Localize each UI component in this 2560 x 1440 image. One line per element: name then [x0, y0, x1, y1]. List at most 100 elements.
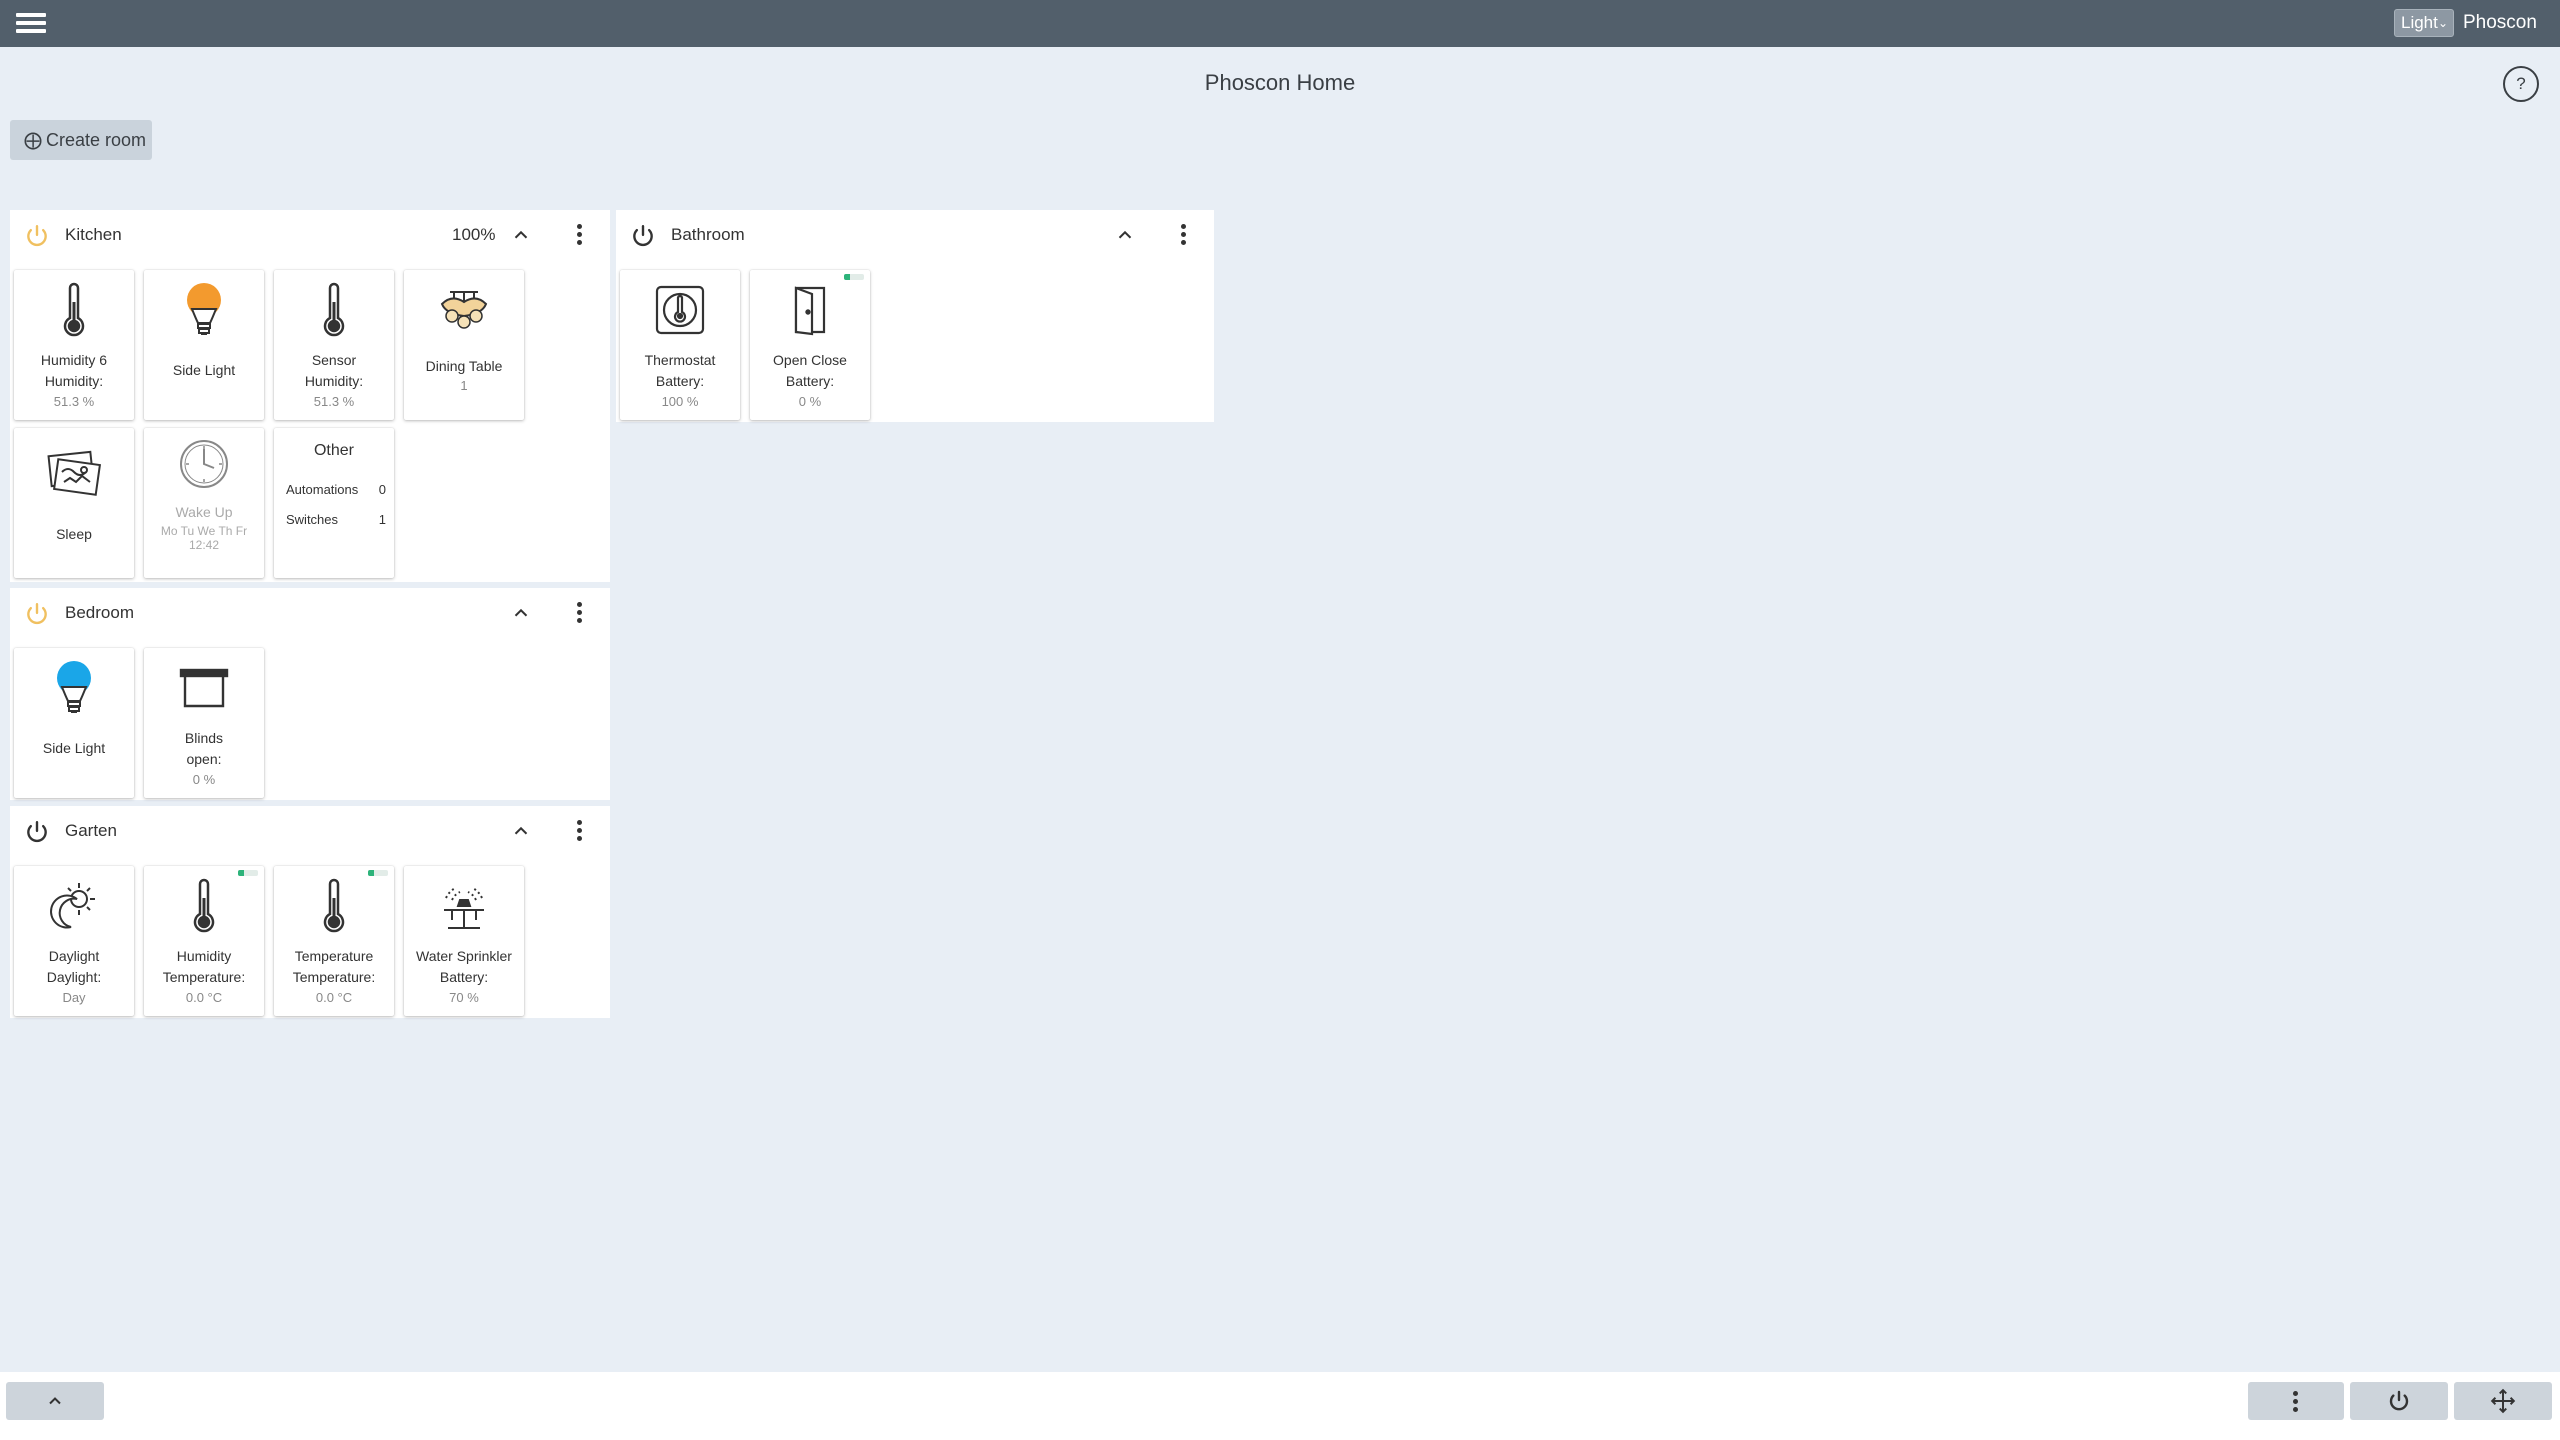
tile-sublabel: open:	[186, 751, 222, 767]
tile-value: Day	[62, 990, 86, 1005]
room-menu-button[interactable]	[574, 600, 584, 626]
sun-moon-icon	[50, 883, 95, 929]
more-vertical-icon	[2293, 1390, 2299, 1412]
tile-label: Open Close	[773, 352, 847, 368]
theme-select[interactable]: Light ⌄	[2394, 9, 2454, 37]
chevron-up-icon[interactable]	[510, 820, 532, 842]
scroll-up-button[interactable]	[6, 1382, 104, 1420]
power-icon[interactable]	[630, 223, 656, 249]
chevron-up-icon	[49, 1397, 61, 1405]
tile-sublabel: Battery:	[439, 969, 489, 985]
tile-dining-table[interactable]: Dining Table 1	[404, 270, 524, 420]
light-bulb-icon	[187, 283, 221, 335]
create-room-button[interactable]: ⨁ Create room	[10, 120, 152, 160]
plus-icon: ⨁	[24, 130, 42, 150]
room-header: Bedroom	[10, 588, 610, 638]
tile-blinds[interactable]: Blinds open: 0 %	[144, 648, 264, 798]
tile-sublabel: Battery:	[655, 373, 705, 389]
move-button[interactable]	[2454, 1382, 2552, 1420]
tile-value: 1	[460, 378, 468, 393]
tile-sublabel: Battery:	[785, 373, 835, 389]
clock-icon	[180, 440, 228, 488]
tile-value: 51.3 %	[313, 394, 355, 409]
tile-water-sprinkler[interactable]: Water Sprinkler Battery: 70 %	[404, 866, 524, 1016]
tile-value: 0 %	[798, 394, 822, 409]
power-icon	[2389, 1390, 2409, 1411]
all-off-button[interactable]	[2350, 1382, 2448, 1420]
tile-humidity-6[interactable]: Humidity 6 Humidity: 51.3 %	[14, 270, 134, 420]
tile-daylight[interactable]: Daylight Daylight: Day	[14, 866, 134, 1016]
thermostat-icon	[655, 285, 705, 335]
room-menu-button[interactable]	[574, 222, 584, 248]
tile-label: Side Light	[172, 362, 236, 378]
tile-side-light[interactable]: Side Light	[144, 270, 264, 420]
room-name: Garten	[65, 821, 117, 840]
tile-label: Temperature	[294, 948, 374, 964]
room-name: Bedroom	[65, 603, 134, 622]
room-brightness: 100%	[452, 225, 496, 244]
room-menu-button[interactable]	[574, 818, 584, 844]
chevron-up-icon[interactable]	[1114, 224, 1136, 246]
chevron-up-icon[interactable]	[510, 602, 532, 624]
sleep-scene-icon	[47, 450, 102, 496]
tile-label: Humidity 6	[40, 352, 108, 368]
thermometer-icon	[323, 878, 345, 933]
help-icon: ?	[2516, 74, 2526, 93]
menu-button[interactable]	[16, 9, 46, 37]
sprinkler-icon	[444, 887, 484, 929]
room-name: Bathroom	[671, 225, 745, 244]
tile-label: Wake Up	[175, 504, 233, 520]
room-header: Kitchen 100%	[10, 210, 610, 260]
tile-sleep[interactable]: Sleep	[14, 428, 134, 578]
more-vertical-icon	[574, 224, 584, 245]
automations-label: Automations	[286, 482, 359, 497]
power-icon[interactable]	[24, 223, 50, 249]
other-switches-row[interactable]: Switches 1	[286, 512, 386, 527]
tile-side-light[interactable]: Side Light	[14, 648, 134, 798]
tile-value: 0.0 °C	[185, 990, 223, 1005]
other-automations-row[interactable]: Automations 0	[286, 482, 386, 497]
tile-label: Dining Table	[425, 358, 503, 374]
thermometer-icon	[63, 282, 85, 337]
tile-temperature[interactable]: Temperature Temperature: 0.0 °C	[274, 866, 394, 1016]
chevron-up-icon[interactable]	[510, 224, 532, 246]
other-title: Other	[313, 442, 354, 459]
tile-sublabel: Temperature:	[292, 969, 376, 985]
room-header: Garten	[10, 806, 610, 856]
tile-label: Blinds	[184, 730, 224, 746]
help-button[interactable]: ?	[2503, 66, 2539, 102]
tile-label: Sensor	[311, 352, 357, 368]
tile-wake-up[interactable]: Wake Up Mo Tu We Th Fr 12:42	[144, 428, 264, 578]
brand-label: Phoscon	[2463, 12, 2537, 33]
tile-label: Daylight	[48, 948, 100, 964]
tile-open-close[interactable]: Open Close Battery: 0 %	[750, 270, 870, 420]
create-room-label: Create room	[46, 130, 147, 150]
tile-sublabel: Humidity:	[44, 373, 104, 389]
ceiling-lamp-icon	[440, 291, 488, 329]
power-icon[interactable]	[24, 819, 50, 845]
room-garten: Garten Daylight Daylight: Day Humidity T…	[10, 806, 610, 1018]
tile-label: Thermostat	[644, 352, 716, 368]
tile-thermostat[interactable]: Thermostat Battery: 100 %	[620, 270, 740, 420]
tile-humidity[interactable]: Humidity Temperature: 0.0 °C	[144, 866, 264, 1016]
room-kitchen: Kitchen 100% Humidity 6 Humidity: 51.3 %…	[10, 210, 610, 582]
tile-value: Mo Tu We Th Fr 12:42	[160, 524, 248, 552]
more-vertical-icon	[574, 820, 584, 841]
tile-sensor[interactable]: Sensor Humidity: 51.3 %	[274, 270, 394, 420]
tile-other[interactable]: Other Automations 0 Switches 1	[274, 428, 394, 578]
tile-sublabel: Humidity:	[304, 373, 364, 389]
light-bulb-icon	[57, 661, 91, 713]
power-icon[interactable]	[24, 601, 50, 627]
room-menu-button[interactable]	[1178, 222, 1188, 248]
thermometer-icon	[193, 878, 215, 933]
tile-label: Water Sprinkler	[416, 948, 512, 964]
room-bedroom: Bedroom Side Light Blinds open: 0 %	[10, 588, 610, 800]
more-button[interactable]	[2248, 1382, 2344, 1420]
tile-label: Humidity	[176, 948, 232, 964]
hamburger-icon	[16, 13, 46, 33]
bottom-bar	[0, 1372, 2560, 1440]
switches-label: Switches	[286, 512, 339, 527]
top-bar: Light ⌄ Phoscon	[0, 0, 2560, 47]
tile-value: 0.0 °C	[315, 990, 353, 1005]
chevron-down-icon: ⌄	[2437, 16, 2448, 30]
